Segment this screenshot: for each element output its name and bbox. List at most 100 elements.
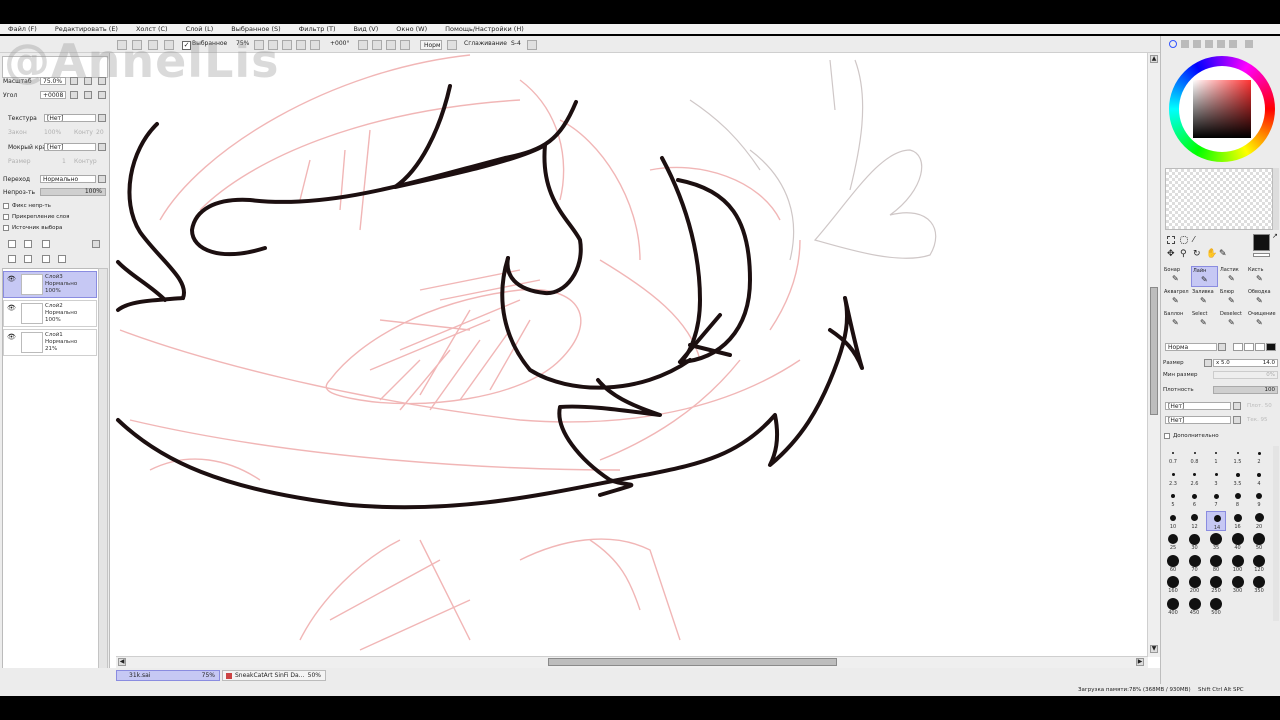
brush-shape-2[interactable]: [1244, 343, 1254, 351]
opacity-slider[interactable]: 100%: [40, 188, 106, 196]
zoom-tool-icon[interactable]: ⚲: [1180, 250, 1187, 259]
rotate-left-button[interactable]: [358, 40, 368, 50]
brush-size-preset[interactable]: 20: [1249, 511, 1269, 531]
scratchpad-icon[interactable]: [1217, 40, 1225, 48]
menu-item[interactable]: Файл (F): [8, 25, 37, 33]
brush-size-preset[interactable]: 16: [1228, 511, 1248, 531]
brush-size-preset[interactable]: 30: [1185, 532, 1205, 552]
rotate-reset-icon[interactable]: [98, 91, 106, 99]
rotate-reset-button[interactable]: [386, 40, 396, 50]
eyedropper-icon[interactable]: ✎: [1219, 250, 1227, 259]
eye-icon[interactable]: 👁: [7, 275, 17, 283]
brush-shape-1[interactable]: [1233, 343, 1243, 351]
horizontal-scrollbar[interactable]: ◀ ▶: [116, 656, 1148, 668]
lasso-icon[interactable]: [1180, 236, 1188, 244]
layer-menu-icon[interactable]: [92, 240, 100, 248]
layer-option-checkbox[interactable]: [3, 203, 9, 209]
brush-size-preset[interactable]: 1.5: [1228, 446, 1248, 466]
color-wheel-mode-icon[interactable]: [1169, 40, 1177, 48]
drawing-canvas[interactable]: @AnnelLis: [4, 34, 1160, 668]
brush-size-preset[interactable]: 120: [1249, 554, 1269, 574]
brush-tool-9[interactable]: Select ✎: [1191, 310, 1218, 331]
brush-size-preset[interactable]: 0.8: [1185, 446, 1205, 466]
brush-size-preset[interactable]: 450: [1185, 597, 1205, 617]
swatches-scrollbar[interactable]: [1273, 168, 1279, 230]
brush-size-preset[interactable]: 7: [1206, 489, 1226, 509]
brush-tool-6[interactable]: Блюр ✎: [1219, 288, 1246, 309]
brush-tool-4[interactable]: Аквагрел ✎: [1163, 288, 1190, 309]
brush-size-preset[interactable]: 5: [1163, 489, 1183, 509]
brush-size-preset[interactable]: 3.5: [1228, 468, 1248, 488]
scroll-up-icon[interactable]: ▲: [1150, 55, 1158, 63]
brush-size-preset[interactable]: 9: [1249, 489, 1269, 509]
brush-tool-3[interactable]: Кисть ✎: [1247, 266, 1274, 287]
brush-size-preset[interactable]: 80: [1206, 554, 1226, 574]
min-size-slider[interactable]: 0%: [1213, 371, 1278, 379]
menu-item[interactable]: Помощь/Настройки (H): [445, 25, 524, 33]
menu-item[interactable]: Холст (C): [136, 25, 168, 33]
primary-color-swatch[interactable]: [1253, 234, 1270, 251]
zoom-reset-button[interactable]: [296, 40, 306, 50]
brush-size-preset[interactable]: 10: [1163, 511, 1183, 531]
menu-item[interactable]: Фильтр (T): [299, 25, 336, 33]
eye-icon[interactable]: 👁: [7, 333, 17, 341]
mode-select[interactable]: Норм: [420, 40, 442, 50]
texture-dropdown[interactable]: [98, 114, 106, 122]
brush-size-preset[interactable]: 200: [1185, 575, 1205, 595]
menu-item[interactable]: Вид (V): [354, 25, 379, 33]
brush-tool-1[interactable]: Лайн ✎: [1191, 266, 1218, 287]
brush-size-preset[interactable]: 350: [1249, 575, 1269, 595]
rotate-right-button[interactable]: [372, 40, 382, 50]
transfer-down-icon[interactable]: [8, 255, 16, 263]
advanced-checkbox[interactable]: [1164, 433, 1170, 439]
brush-tool-0[interactable]: Бонар ✎: [1163, 266, 1190, 287]
brush-size-preset[interactable]: 500: [1206, 597, 1226, 617]
doc-tab[interactable]: SneakCatArt SinFi Da... 50%: [222, 670, 326, 681]
texture-select[interactable]: [Нет]: [44, 114, 96, 122]
layer-row[interactable]: 👁 Слой2 Нормально 100%: [3, 300, 97, 327]
brush-size-preset[interactable]: 3: [1206, 468, 1226, 488]
brush-size-preset[interactable]: 12: [1185, 511, 1205, 531]
brush-size-preset[interactable]: 400: [1163, 597, 1183, 617]
vertical-scrollbar[interactable]: ▲ ▼: [1147, 53, 1160, 657]
rgb-slider-icon[interactable]: [1181, 40, 1189, 48]
angle-field[interactable]: +0008: [40, 91, 66, 99]
panel-options-icon[interactable]: [1245, 40, 1253, 48]
magic-wand-icon[interactable]: ⁄: [1193, 236, 1194, 244]
move-icon[interactable]: ✥: [1167, 250, 1175, 259]
scroll-right-icon[interactable]: ▶: [1136, 658, 1144, 666]
brush-size-slider[interactable]: x 5.0 14.0: [1213, 359, 1278, 367]
brush-tool-11[interactable]: Очищение ✎: [1247, 310, 1276, 331]
doc-tab-active[interactable]: 31k.sai 75%: [116, 670, 220, 681]
brush-size-preset[interactable]: 160: [1163, 575, 1183, 595]
brush-size-preset[interactable]: 2.3: [1163, 468, 1183, 488]
clear-layer-icon[interactable]: [42, 255, 50, 263]
brush-size-preset[interactable]: 250: [1206, 575, 1226, 595]
brush-tool-2[interactable]: Ластик ✎: [1219, 266, 1246, 287]
saturation-value-square[interactable]: [1193, 80, 1251, 138]
vertical-scroll-thumb[interactable]: [1150, 287, 1158, 415]
layer-row[interactable]: 👁 Слой1 Нормально 21%: [3, 329, 97, 356]
mixer-icon[interactable]: [1229, 40, 1237, 48]
scroll-down-icon[interactable]: ▼: [1150, 645, 1158, 653]
brush-shape-3[interactable]: [1255, 343, 1265, 351]
size-presets-scrollbar[interactable]: [1273, 446, 1279, 621]
menu-item[interactable]: Выбранное (S): [231, 25, 280, 33]
swap-colors-icon[interactable]: ↗: [1272, 232, 1278, 240]
brush-tool-8[interactable]: Баллон ✎: [1163, 310, 1190, 331]
blend-select[interactable]: Нормально: [40, 175, 96, 183]
rotate-left-icon[interactable]: [70, 91, 78, 99]
brush-size-preset[interactable]: 14: [1206, 510, 1226, 531]
brush-shape-4[interactable]: [1266, 343, 1276, 351]
brush-size-preset[interactable]: 6: [1185, 489, 1205, 509]
brush-size-preset[interactable]: 25: [1163, 532, 1183, 552]
swatches-icon[interactable]: [1205, 40, 1213, 48]
brush-shape-select[interactable]: [Нет]: [1165, 402, 1231, 410]
brush-size-preset[interactable]: 35: [1206, 532, 1226, 552]
zoom-step-button[interactable]: [310, 40, 320, 50]
size-mult-dropdown[interactable]: [1204, 359, 1212, 367]
eye-icon[interactable]: 👁: [7, 304, 17, 312]
brush-mode-dropdown[interactable]: [1218, 343, 1226, 351]
brush-size-preset[interactable]: 50: [1249, 532, 1269, 552]
density-slider[interactable]: 100: [1213, 386, 1278, 394]
